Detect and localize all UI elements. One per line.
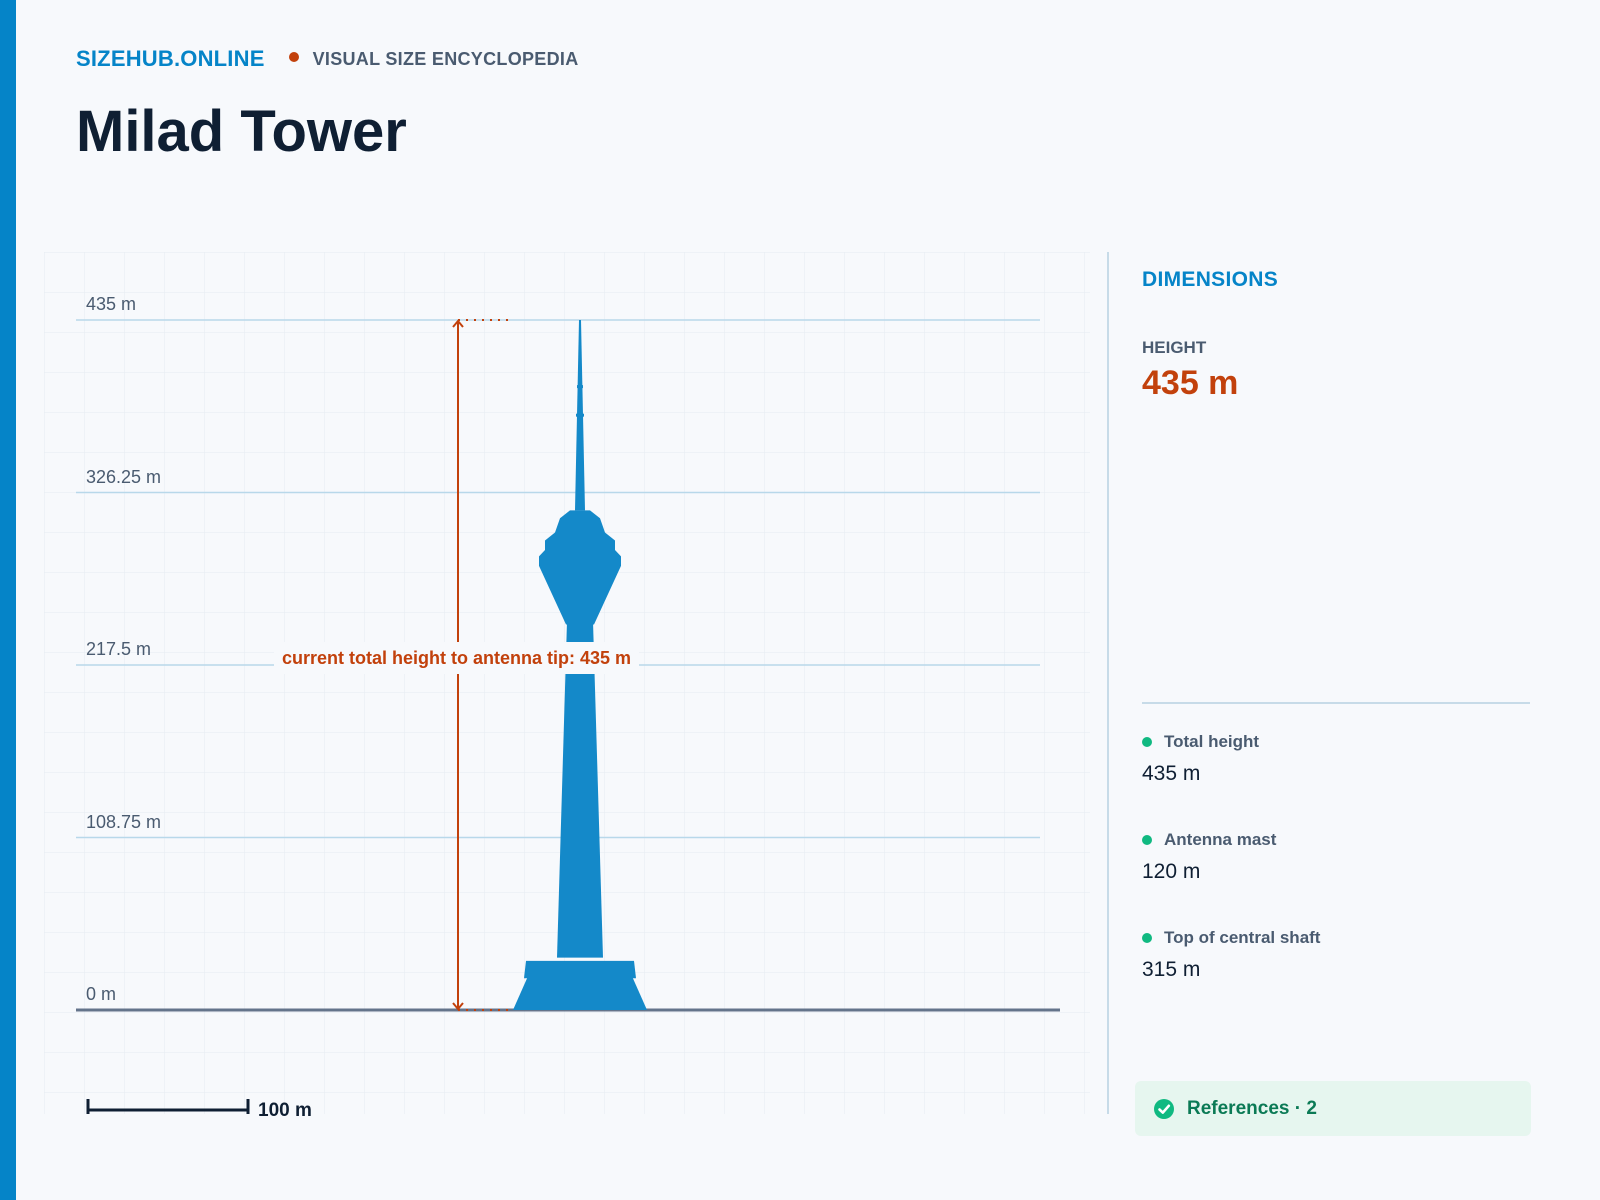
dimension-value: 120 m [1142, 860, 1201, 883]
page-title: Milad Tower [76, 99, 407, 164]
status-dot-icon [1142, 933, 1152, 943]
dimensions-divider [1142, 702, 1530, 704]
dimension-name: Total height [1164, 732, 1260, 751]
dimension-value: 435 m [1142, 762, 1201, 785]
y-tick-label: 217.5 m [86, 639, 152, 659]
scale-bar-label: 100 m [258, 1100, 312, 1121]
tower-podium [524, 960, 636, 979]
dimension-item-total-height: Total height 435 m [1142, 732, 1259, 786]
references-label: References · 2 [1187, 1097, 1317, 1119]
height-annotation: current total height to antenna tip: 435… [274, 642, 640, 674]
references-button[interactable]: References · 2 [1135, 1081, 1531, 1136]
y-tick-label: 0 m [86, 984, 117, 1004]
height-value: 435 m [1142, 364, 1239, 402]
dimension-item-antenna-mast: Antenna mast 120 m [1142, 830, 1276, 884]
dimension-name: Antenna mast [1164, 830, 1277, 849]
panel-divider [1107, 252, 1109, 1114]
y-tick-label: 108.75 m [86, 811, 162, 832]
dimension-value: 315 m [1142, 958, 1201, 981]
status-dot-icon [1142, 835, 1152, 845]
dimension-name: Top of central shaft [1164, 928, 1321, 947]
y-tick-label: 326.25 m [86, 466, 162, 487]
tagline: VISUAL SIZE ENCYCLOPEDIA [312, 48, 579, 69]
dimensions-title: DIMENSIONS [1142, 268, 1279, 291]
brand-row: SIZEHUB.ONLINE VISUAL SIZE ENCYCLOPEDIA [76, 46, 579, 72]
check-circle-icon [1154, 1098, 1174, 1119]
left-accent-bar [0, 0, 16, 1200]
brand-separator-dot [288, 52, 299, 62]
antenna-ring [577, 385, 583, 389]
height-label: HEIGHT [1142, 338, 1207, 357]
y-tick-label: 435 m [86, 294, 137, 314]
status-dot-icon [1142, 737, 1152, 747]
antenna-ring [576, 413, 584, 417]
diagram-canvas [44, 252, 1090, 1114]
size-diagram: 435 m 326.25 m 217.5 m 108.75 m 0 m current … [44, 252, 1090, 1121]
brand-link[interactable]: SIZEHUB.ONLINE [76, 46, 265, 72]
dimension-item-central-shaft: Top of central shaft 315 m [1142, 928, 1320, 982]
